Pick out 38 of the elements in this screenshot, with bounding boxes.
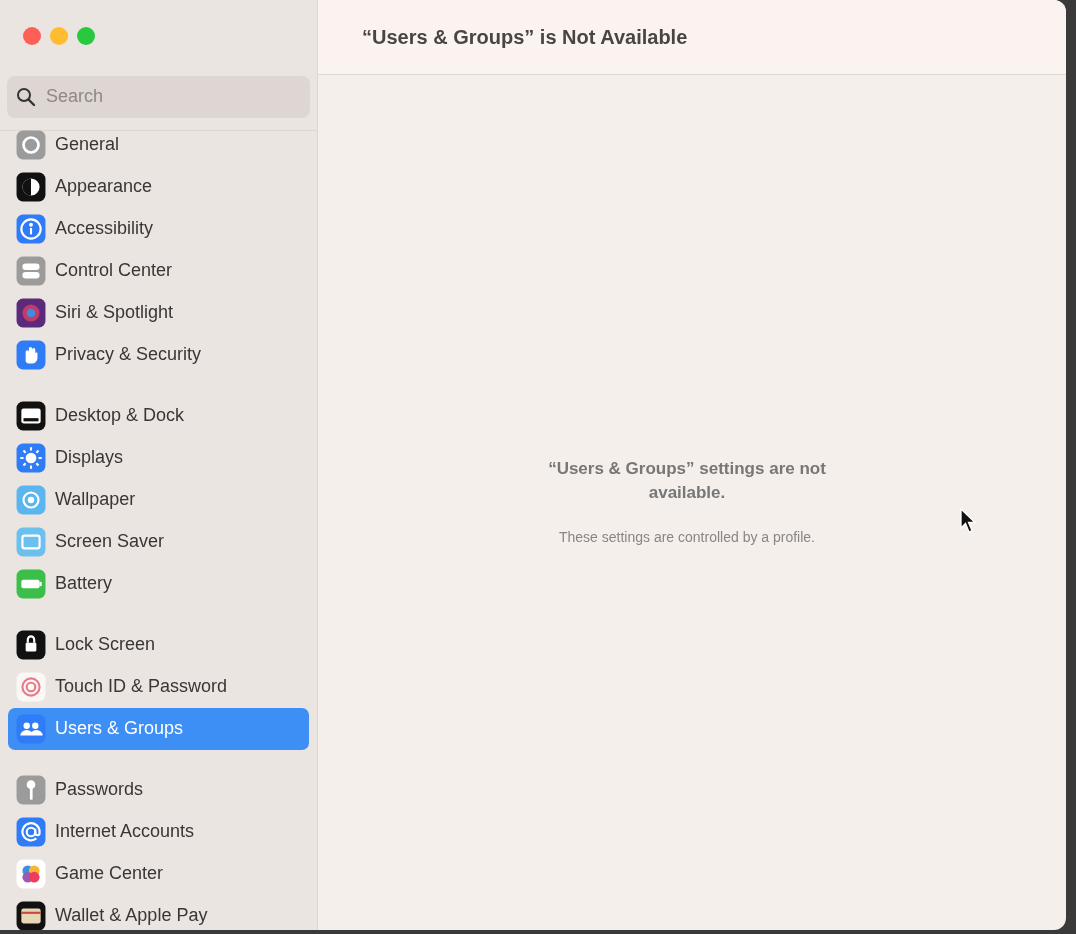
at-sign-icon [16,816,46,847]
minimize-button[interactable] [50,27,68,45]
sidebar-item[interactable]: Touch ID & Password [8,665,309,708]
sidebar-item[interactable]: Passwords [8,768,309,811]
search-icon [16,86,36,107]
unavailable-detail: These settings are controlled by a profile. [559,528,815,547]
sidebar-item[interactable]: Control Center [8,249,309,292]
sun-icon [16,442,46,473]
lock-icon [16,629,46,660]
sidebar-item[interactable]: Game Center [8,852,309,895]
search-field[interactable]: Search [7,75,310,118]
people-icon [16,713,46,744]
sidebar-item[interactable]: Siri & Spotlight [8,291,309,334]
bubbles-icon [16,858,46,889]
sidebar-item[interactable]: Wallpaper [8,478,309,521]
screen-icon [16,526,46,557]
close-button[interactable] [23,27,41,45]
sidebar-item[interactable]: Accessibility [8,207,309,250]
window-title: “Users & Groups” is Not Available [362,25,688,50]
sidebar-item[interactable]: Battery [8,562,309,605]
dock-icon [16,400,46,431]
hand-icon [16,339,46,370]
orb-icon [16,297,46,328]
sidebar-item[interactable]: Desktop & Dock [8,394,309,437]
battery-icon [16,568,46,599]
sidebar-item[interactable]: General [8,123,309,166]
pointer-icon [960,508,976,534]
sidebar-item[interactable]: Displays [8,436,309,479]
toggles-icon [16,255,46,286]
sidebar-item[interactable]: Appearance [8,165,309,208]
sidebar-item[interactable]: Privacy & Security [8,333,309,376]
sidebar-item[interactable]: Lock Screen [8,623,309,666]
zoom-button[interactable] [77,27,95,45]
sidebar-item[interactable]: Internet Accounts [8,810,309,853]
wallet-icon [16,900,46,930]
unavailable-heading: “Users & Groups” settings are not available. [547,458,827,504]
sidebar-item[interactable]: Screen Saver [8,520,309,563]
sidebar-item[interactable]: Wallet & Apple Pay [8,894,309,930]
